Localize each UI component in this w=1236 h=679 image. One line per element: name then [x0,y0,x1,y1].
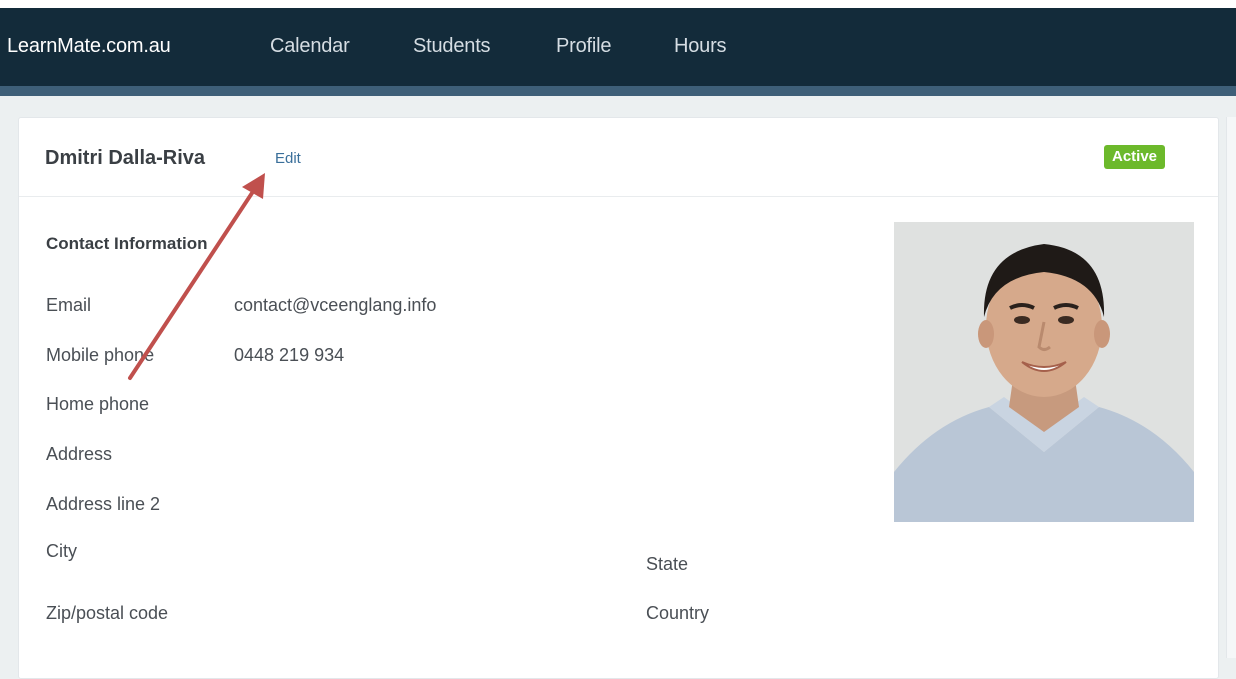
home-phone-label: Home phone [46,394,150,414]
status-badge: Active [1104,145,1166,169]
email-label: Email [46,295,92,315]
top-strip [0,0,1236,8]
profile-photo [894,222,1194,522]
mobile-value: 0448 219 934 [234,345,345,365]
city-label: City [46,541,77,561]
country-label: Country [646,603,710,623]
card-header: Dmitri Dalla-Riva Edit Active [19,118,1218,197]
right-panel-edge [1226,117,1236,658]
address-label: Address [46,444,113,464]
address2-label: Address line 2 [46,494,161,514]
state-label: State [646,554,689,574]
nav-calendar[interactable]: Calendar [270,35,350,58]
user-photo-icon [894,222,1194,522]
nav-hours[interactable]: Hours [674,35,727,58]
email-value: contact@vceenglang.info [234,295,437,315]
edit-link[interactable]: Edit [275,150,301,167]
zip-label: Zip/postal code [46,603,169,623]
brand-link[interactable]: LearnMate.com.au [7,35,171,58]
profile-name: Dmitri Dalla-Riva [45,147,206,169]
nav-profile[interactable]: Profile [556,35,611,58]
nav-students[interactable]: Students [413,35,491,58]
profile-card: Dmitri Dalla-Riva Edit Active Contact In… [18,117,1219,679]
mobile-label: Mobile phone [46,345,155,365]
contact-section-title: Contact Information [46,234,208,253]
top-navbar: LearnMate.com.au Calendar Students Profi… [0,8,1236,96]
